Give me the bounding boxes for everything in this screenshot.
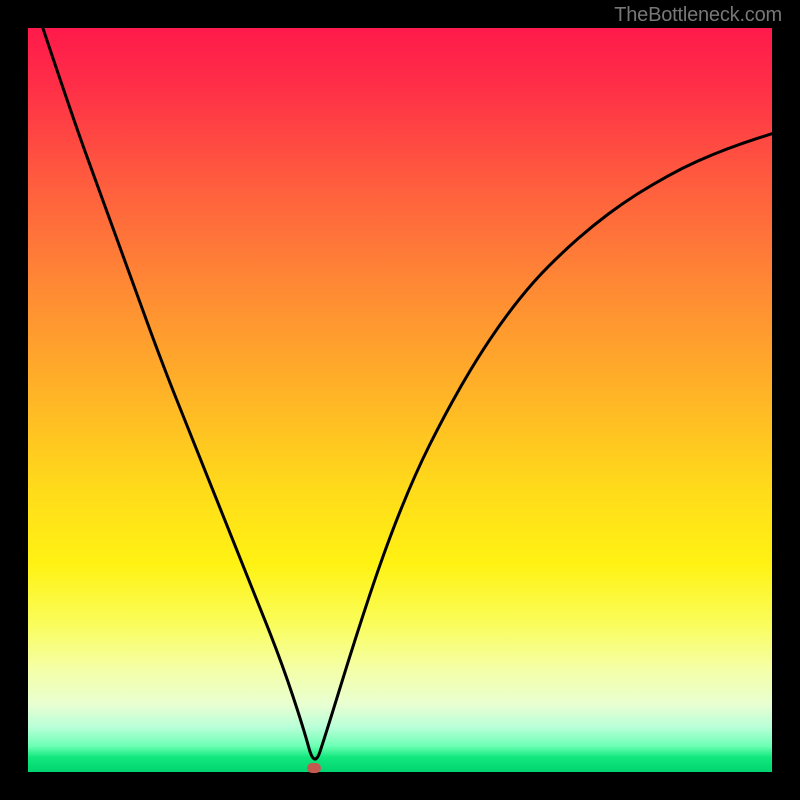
bottleneck-curve <box>28 28 772 772</box>
minimum-marker <box>307 763 321 773</box>
watermark-text: TheBottleneck.com <box>614 4 782 27</box>
chart-plot-area <box>28 28 772 772</box>
